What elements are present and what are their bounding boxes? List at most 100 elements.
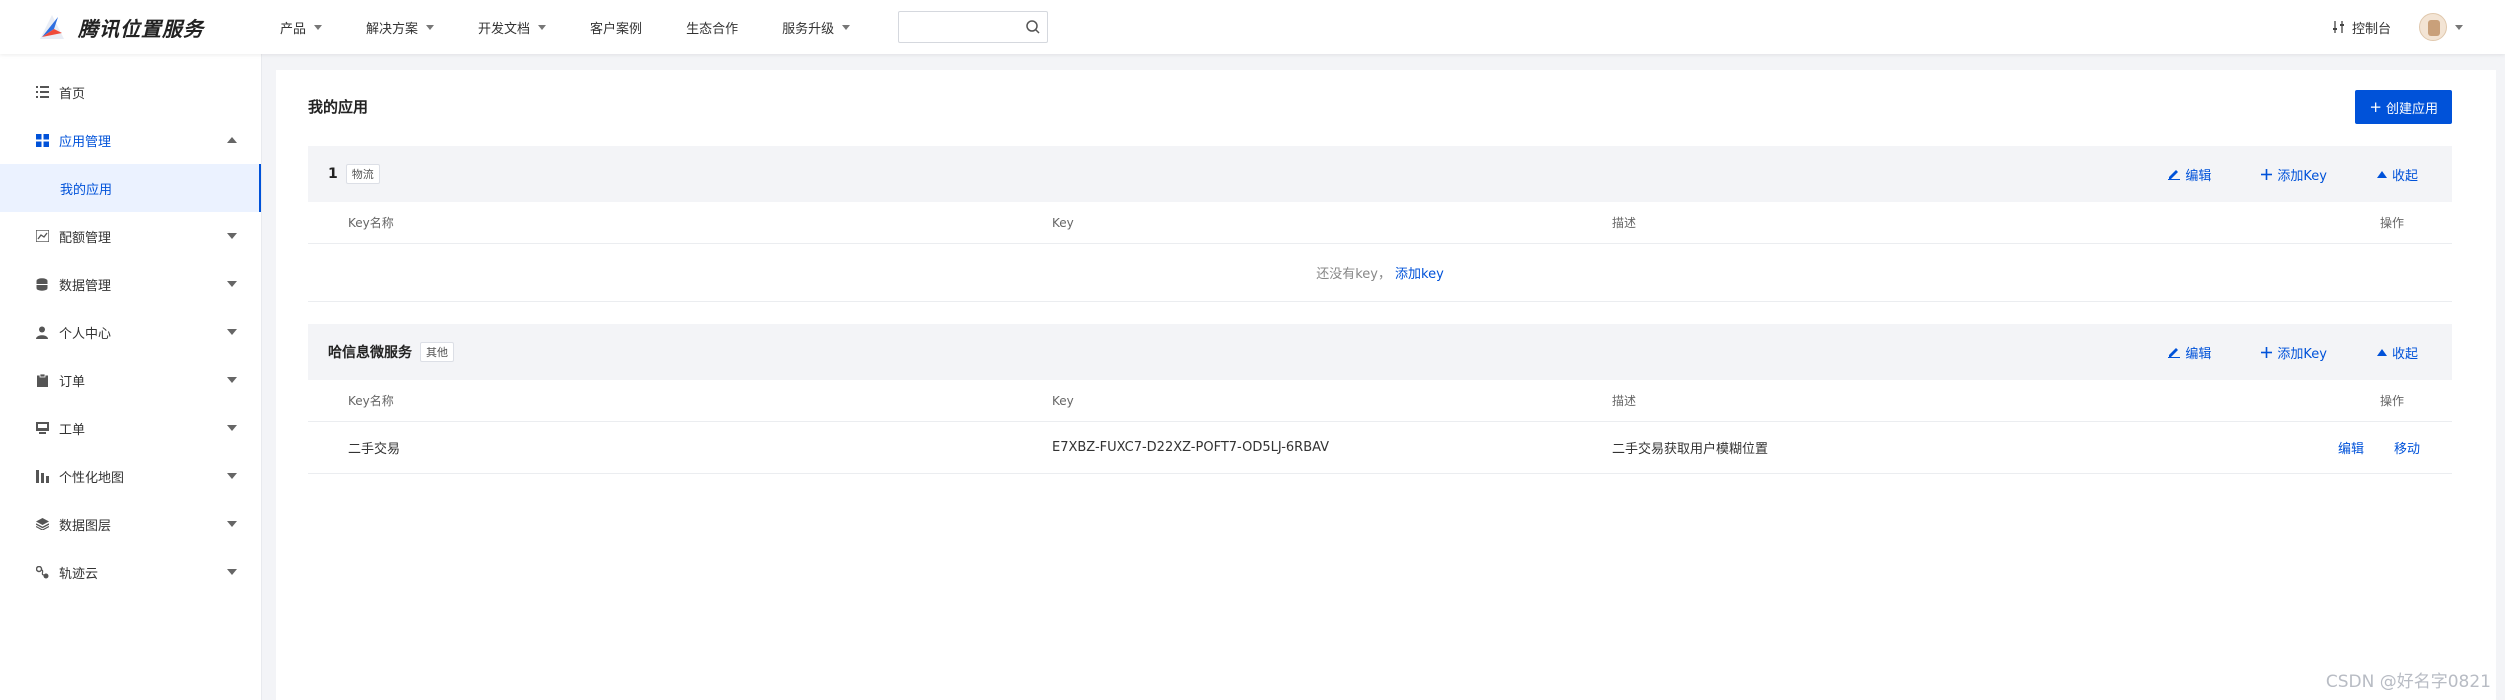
empty-state: 还没有key， 添加key: [308, 244, 2452, 302]
chevron-down-icon: [227, 521, 237, 527]
edit-app-button[interactable]: 编辑: [2168, 343, 2211, 362]
sidebar: 首页 应用管理 我的应用 配额管理 数据管理 个人中心 订单 工单 个性化地图: [0, 54, 262, 700]
logo-icon: [40, 15, 64, 39]
chevron-down-icon: [227, 329, 237, 335]
user-menu[interactable]: [2419, 13, 2463, 41]
caret-up-icon: [2376, 348, 2387, 356]
column-header: 操作: [2379, 216, 2404, 230]
empty-text: 还没有key，: [1316, 267, 1391, 282]
app-actions: 编辑 添加Key 收起: [2118, 343, 2418, 362]
chevron-down-icon: [426, 24, 435, 30]
search-icon[interactable]: [1025, 19, 1041, 35]
app-card: 哈信息微服务 其他 编辑 添加Key 收起 Key名称 Key 描述 操作 二手…: [308, 324, 2452, 474]
nav-label: 客户案例: [590, 21, 643, 37]
nav-item-products[interactable]: 产品: [280, 18, 323, 37]
column-header: Key: [1052, 393, 1074, 408]
sidebar-item-label: 订单: [59, 374, 86, 390]
nav-item-docs[interactable]: 开发文档: [478, 18, 547, 37]
sidebar-item-label: 应用管理: [59, 134, 112, 150]
plus-icon: [2261, 346, 2273, 358]
nav-label: 服务升级: [782, 21, 835, 37]
sidebar-item-label: 工单: [59, 422, 86, 438]
edit-app-button[interactable]: 编辑: [2168, 165, 2211, 184]
key-value-cell: E7XBZ-FUXC7-D22XZ-POFT7-OD5LJ-6RBAV: [1052, 440, 1330, 455]
caret-up-icon: [2376, 170, 2387, 178]
app-name: 1: [328, 166, 338, 182]
edit-key-button[interactable]: 编辑: [2338, 438, 2364, 457]
chevron-down-icon: [314, 24, 323, 30]
collapse-app-button[interactable]: 收起: [2376, 343, 2418, 362]
app-type-tag: 其他: [420, 342, 454, 362]
top-navbar: 腾讯位置服务 产品 解决方案 开发文档 客户案例 生态合作 服务升级 控制台: [0, 0, 2505, 54]
add-key-button[interactable]: 添加Key: [2261, 165, 2327, 184]
pencil-icon: [2168, 168, 2181, 180]
sidebar-item-quota[interactable]: 配额管理: [0, 212, 261, 260]
chevron-down-icon: [227, 377, 237, 383]
nav-label: 生态合作: [686, 21, 739, 37]
table-header: Key名称 Key 描述 操作: [308, 380, 2452, 422]
grid-icon: [35, 133, 49, 147]
sidebar-item-label: 配额管理: [59, 230, 112, 246]
plus-icon: +: [2369, 98, 2382, 116]
sidebar-item-home[interactable]: 首页: [0, 68, 261, 116]
brand-name: 腾讯位置服务: [78, 16, 204, 41]
add-key-label: 添加Key: [2277, 346, 2327, 362]
ticket-icon: [35, 421, 49, 435]
app-card: 1 物流 编辑 添加Key 收起 Key名称 Key 描述 操作 还没有key，…: [308, 146, 2452, 302]
sliders-icon: [2332, 21, 2344, 33]
app-name: 哈信息微服务: [328, 345, 412, 361]
console-link[interactable]: 控制台: [2332, 18, 2391, 37]
key-description-cell: 二手交易获取用户模糊位置: [1612, 442, 1769, 457]
chevron-down-icon: [227, 281, 237, 287]
column-header: 操作: [2379, 394, 2404, 408]
nav-label: 开发文档: [478, 21, 531, 37]
column-header: Key名称: [348, 216, 394, 230]
column-header: Key名称: [348, 394, 394, 408]
move-key-button[interactable]: 移动: [2394, 438, 2420, 457]
app-actions: 编辑 添加Key 收起: [2118, 165, 2418, 184]
app-type-tag: 物流: [345, 164, 380, 184]
sidebar-item-label: 数据图层: [59, 518, 112, 534]
chevron-down-icon: [227, 473, 237, 479]
sidebar-item-orders[interactable]: 订单: [0, 356, 261, 404]
search-input[interactable]: [898, 11, 1049, 43]
nav-item-upgrade[interactable]: 服务升级: [782, 18, 851, 37]
collapse-label: 收起: [2391, 168, 2418, 184]
add-key-button[interactable]: 添加Key: [2261, 343, 2327, 362]
nav-label: 解决方案: [366, 21, 419, 37]
chevron-down-icon: [227, 425, 237, 431]
avatar: [2419, 13, 2447, 41]
sidebar-subitem-my-apps[interactable]: 我的应用: [0, 164, 261, 212]
column-header: 描述: [1612, 216, 1637, 230]
main-panel: 我的应用 + 创建应用 1 物流 编辑 添加Key 收起 Key名称 Key 描…: [276, 70, 2496, 700]
layers-icon: [35, 517, 49, 531]
chevron-up-icon: [227, 137, 237, 143]
row-operations: 编辑 移动: [2308, 438, 2420, 457]
sidebar-item-data-layers[interactable]: 数据图层: [0, 500, 261, 548]
sidebar-item-label: 数据管理: [59, 278, 112, 294]
nav-item-solutions[interactable]: 解决方案: [366, 18, 435, 37]
collapse-app-button[interactable]: 收起: [2376, 165, 2418, 184]
sidebar-item-label: 轨迹云: [59, 566, 99, 582]
database-icon: [35, 277, 49, 291]
add-key-link[interactable]: 添加key: [1395, 263, 1444, 282]
map-icon: [35, 469, 49, 483]
user-icon: [35, 325, 49, 339]
main-nav: 产品 解决方案 开发文档 客户案例 生态合作 服务升级: [280, 18, 894, 37]
sidebar-item-custom-map[interactable]: 个性化地图: [0, 452, 261, 500]
plus-icon: [2261, 168, 2273, 180]
create-app-button[interactable]: + 创建应用: [2355, 90, 2452, 124]
sidebar-item-track-cloud[interactable]: 轨迹云: [0, 548, 261, 596]
column-header: Key: [1052, 215, 1074, 230]
nav-item-cases[interactable]: 客户案例: [590, 18, 642, 37]
nav-item-ecosystem[interactable]: 生态合作: [686, 18, 738, 37]
chevron-down-icon: [227, 233, 237, 239]
sidebar-item-profile[interactable]: 个人中心: [0, 308, 261, 356]
sidebar-item-app-management[interactable]: 应用管理: [0, 116, 261, 164]
top-right-area: 控制台: [2332, 13, 2463, 41]
app-card-header: 1 物流 编辑 添加Key 收起: [308, 146, 2452, 202]
sidebar-item-data[interactable]: 数据管理: [0, 260, 261, 308]
brand-logo[interactable]: 腾讯位置服务: [36, 11, 276, 43]
sidebar-item-tickets[interactable]: 工单: [0, 404, 261, 452]
sidebar-item-label: 首页: [59, 86, 86, 102]
